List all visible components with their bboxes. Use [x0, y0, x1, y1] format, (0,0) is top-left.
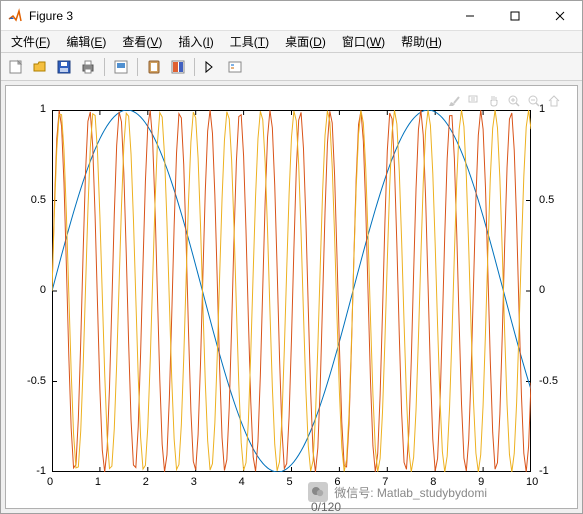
print-button[interactable]	[77, 56, 99, 78]
toolbar	[1, 53, 582, 81]
print-preview-button[interactable]	[110, 56, 132, 78]
plot-area: 微信号: Matlab_studybydomi 012345678910-1-0…	[1, 81, 582, 513]
menu-insert[interactable]: 插入(I)	[172, 31, 219, 52]
y-left-tick-label: -0.5	[27, 375, 46, 387]
figure-window: Figure 3 文件(F) 编辑(E) 查看(V) 插入(I) 工具(T) 桌…	[0, 0, 583, 514]
zoom-out-icon[interactable]	[525, 92, 543, 110]
y-right-tick-label: 0	[539, 284, 545, 296]
menu-help[interactable]: 帮助(H)	[395, 31, 448, 52]
y-left-tick-label: 1	[40, 103, 46, 115]
x-tick-label: 1	[95, 476, 101, 488]
x-tick-label: 3	[191, 476, 197, 488]
colorbar-button[interactable]	[167, 56, 189, 78]
y-right-tick-label: -1	[539, 465, 549, 477]
axes[interactable]	[52, 110, 531, 472]
link-button[interactable]	[143, 56, 165, 78]
x-tick-label: 7	[382, 476, 388, 488]
menu-desktop[interactable]: 桌面(D)	[279, 31, 332, 52]
plot-panel: 微信号: Matlab_studybydomi 012345678910-1-0…	[5, 85, 578, 509]
x-tick-label: 2	[143, 476, 149, 488]
minimize-button[interactable]	[447, 1, 492, 31]
pan-icon[interactable]	[485, 92, 503, 110]
edit-plot-button[interactable]	[200, 56, 222, 78]
y-left-tick-label: 0.5	[31, 194, 46, 206]
window-title: Figure 3	[29, 9, 73, 23]
menubar: 文件(F) 编辑(E) 查看(V) 插入(I) 工具(T) 桌面(D) 窗口(W…	[1, 31, 582, 53]
save-button[interactable]	[53, 56, 75, 78]
watermark-label: 微信号: Matlab_studybydomi	[334, 484, 487, 501]
menu-view[interactable]: 查看(V)	[116, 31, 168, 52]
x-tick-label: 8	[430, 476, 436, 488]
new-figure-button[interactable]	[5, 56, 27, 78]
home-icon[interactable]	[545, 92, 563, 110]
brush-icon[interactable]	[445, 92, 463, 110]
menu-edit[interactable]: 编辑(E)	[60, 31, 112, 52]
y-right-tick-label: 0.5	[539, 194, 554, 206]
matlab-icon	[7, 8, 23, 24]
menu-window[interactable]: 窗口(W)	[336, 31, 391, 52]
insert-legend-button[interactable]	[224, 56, 246, 78]
plot-lines	[52, 110, 531, 472]
maximize-button[interactable]	[492, 1, 537, 31]
x-tick-label: 10	[526, 476, 538, 488]
titlebar: Figure 3	[1, 1, 582, 31]
y-right-tick-label: -0.5	[539, 375, 558, 387]
y-left-tick-label: -1	[36, 465, 46, 477]
datatip-icon[interactable]	[465, 92, 483, 110]
x-tick-label: 5	[287, 476, 293, 488]
open-button[interactable]	[29, 56, 51, 78]
menu-tools[interactable]: 工具(T)	[224, 31, 275, 52]
axes-toolbar	[445, 92, 563, 110]
x-tick-label: 0	[47, 476, 53, 488]
close-button[interactable]	[537, 1, 582, 31]
x-tick-label: 4	[239, 476, 245, 488]
wechat-icon	[308, 482, 328, 502]
x-tick-label: 6	[334, 476, 340, 488]
menu-file[interactable]: 文件(F)	[5, 31, 56, 52]
zoom-in-icon[interactable]	[505, 92, 523, 110]
series-line	[52, 110, 531, 472]
x-tick-label: 9	[478, 476, 484, 488]
y-left-tick-label: 0	[40, 284, 46, 296]
